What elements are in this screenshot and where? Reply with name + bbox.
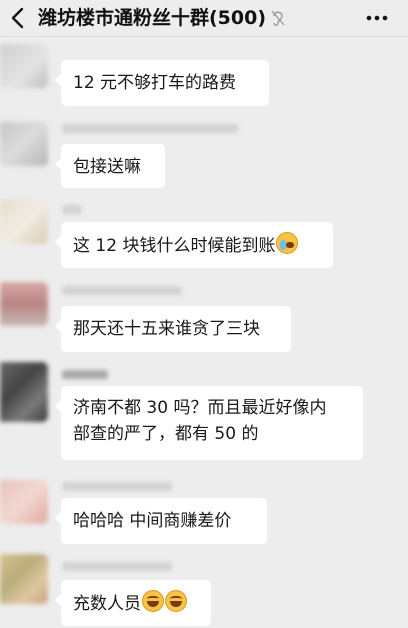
message-text: 这 12 块钱什么时候能到账: [73, 236, 276, 256]
crying-face-icon: [276, 232, 299, 254]
message-bubble[interactable]: 12 元不够打车的路费: [55, 60, 269, 106]
grinning-face-icon: [142, 590, 164, 612]
message-text: 12 元不够打车的路费: [73, 73, 237, 93]
message-text: 充数人员: [73, 594, 141, 614]
back-icon[interactable]: [8, 6, 28, 30]
chat-title: 潍坊楼市通粉丝十群(500): [38, 7, 267, 29]
message-text-line: 济南不都 30 吗？而且最近好像内: [73, 398, 327, 418]
message-bubble[interactable]: 这 12 块钱什么时候能到账: [55, 222, 333, 268]
more-icon[interactable]: [366, 15, 388, 21]
avatar[interactable]: [0, 200, 48, 244]
sender-name: [62, 205, 82, 214]
message-text: 包接送嘛: [73, 157, 141, 177]
sender-name: [62, 482, 172, 491]
sender-name: [62, 370, 108, 379]
avatar[interactable]: [0, 122, 48, 166]
mute-icon: [271, 10, 285, 26]
message-bubble[interactable]: 充数人员: [55, 580, 211, 626]
grinning-face-icon: [165, 590, 187, 612]
message-text-line: 部查的严了，都有 50 的: [73, 424, 259, 444]
message-bubble[interactable]: 那天还十五来谁贪了三块: [55, 306, 291, 352]
sender-name: [62, 562, 172, 571]
sender-name: [62, 124, 238, 133]
avatar[interactable]: [0, 282, 48, 326]
message-bubble[interactable]: 包接送嘛: [55, 144, 165, 188]
sender-name: [62, 286, 182, 295]
chat-header: 潍坊楼市通粉丝十群(500): [0, 0, 408, 37]
avatar[interactable]: [0, 554, 48, 604]
message-text: 哈哈哈 中间商赚差价: [73, 511, 232, 531]
message-bubble[interactable]: 哈哈哈 中间商赚差价: [55, 498, 267, 544]
avatar[interactable]: [0, 362, 48, 422]
sender-name: [62, 44, 172, 53]
message-bubble[interactable]: 济南不都 30 吗？而且最近好像内 部查的严了，都有 50 的: [55, 386, 363, 460]
avatar[interactable]: [0, 44, 48, 88]
message-text: 那天还十五来谁贪了三块: [73, 319, 260, 339]
avatar[interactable]: [0, 480, 48, 524]
